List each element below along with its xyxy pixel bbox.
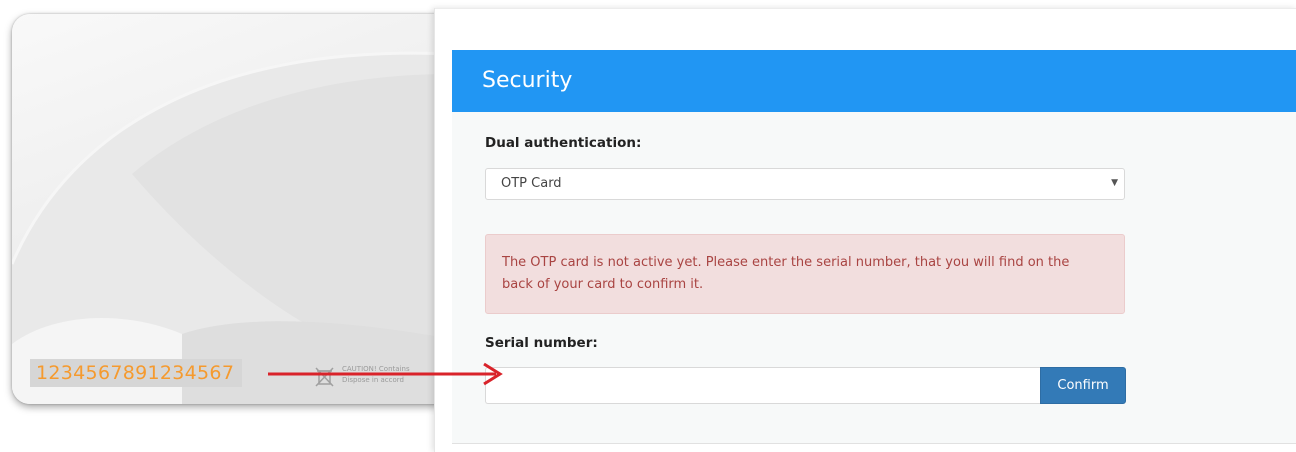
- dual-auth-selected-value: OTP Card: [501, 176, 562, 191]
- panel-bottom-border: [452, 443, 1296, 444]
- confirm-button[interactable]: Confirm: [1040, 367, 1126, 404]
- otp-card-image: 1234567891234567 CAUTION! Contains Dispo…: [12, 14, 452, 404]
- security-header: Security: [452, 50, 1296, 112]
- caret-down-icon: ▼: [1111, 178, 1118, 188]
- panel-top-border: [435, 8, 1296, 9]
- dual-auth-label: Dual authentication:: [485, 135, 642, 151]
- card-serial-number: 1234567891234567: [30, 359, 243, 387]
- serial-number-input[interactable]: [485, 367, 1040, 404]
- security-panel: Security Dual authentication: OTP Card ▼…: [434, 8, 1296, 452]
- serial-number-label: Serial number:: [485, 335, 598, 351]
- card-background-art: [12, 51, 452, 404]
- inactive-card-alert: The OTP card is not active yet. Please e…: [485, 234, 1125, 314]
- dual-auth-select[interactable]: OTP Card ▼: [485, 168, 1125, 200]
- arrow-right-icon: [268, 362, 503, 386]
- security-title: Security: [482, 68, 573, 93]
- alert-message: The OTP card is not active yet. Please e…: [502, 255, 1070, 292]
